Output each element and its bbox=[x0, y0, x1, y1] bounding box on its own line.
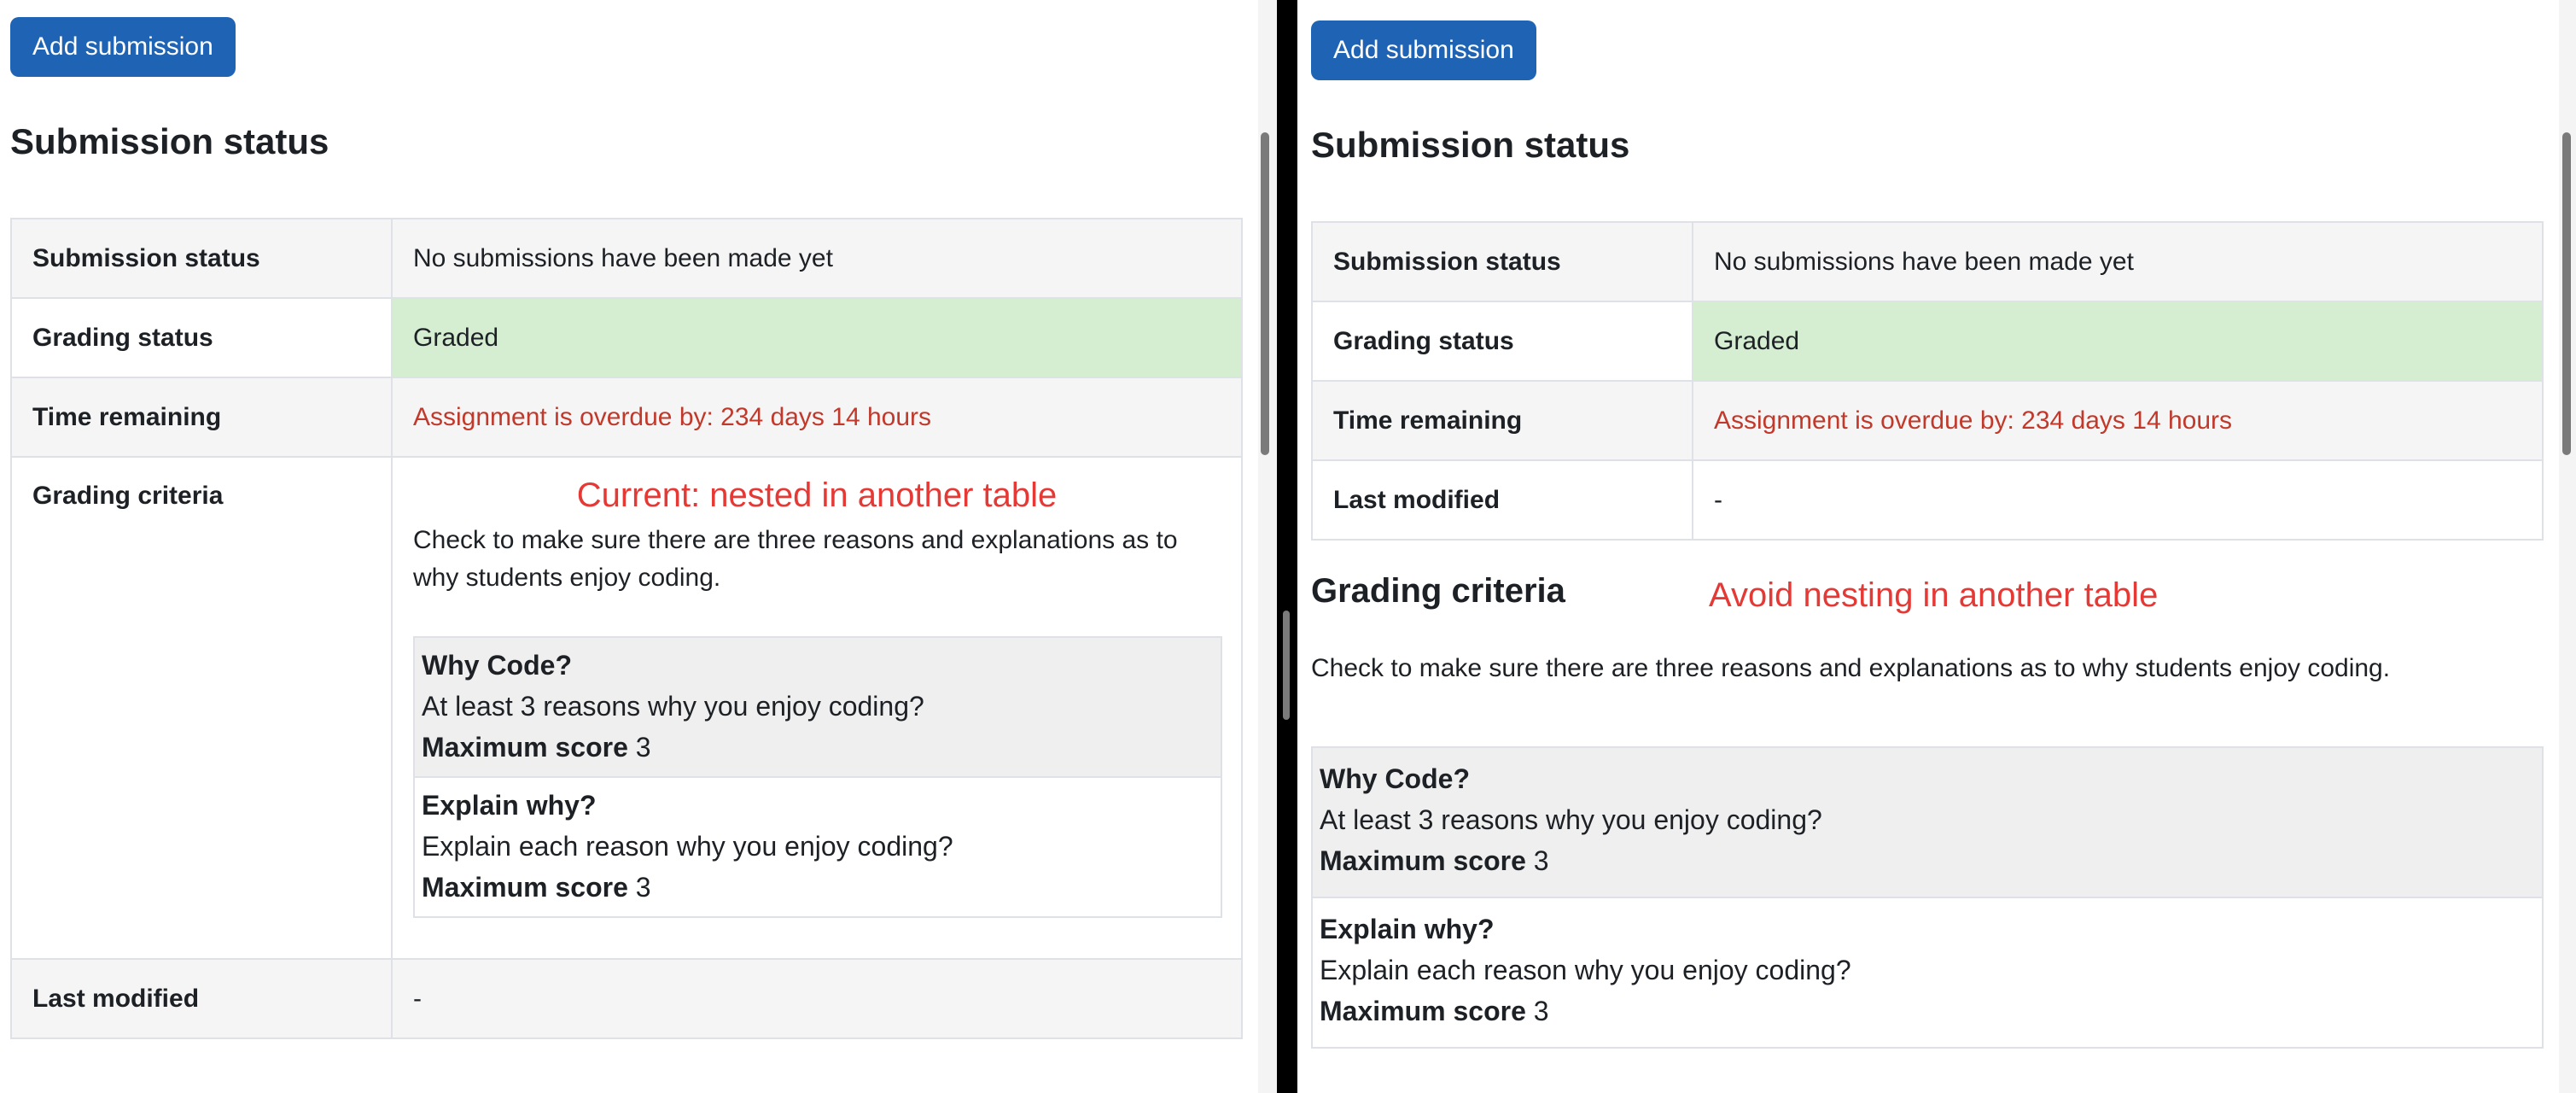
right-scrollbar-thumb[interactable] bbox=[2562, 132, 2571, 455]
criterion-max-score: Maximum score 3 bbox=[1320, 991, 2535, 1032]
criterion-text: At least 3 reasons why you enjoy coding? bbox=[1320, 804, 1822, 835]
table-row: Grading status Graded bbox=[10, 297, 1243, 378]
table-row: Submission status No submissions have be… bbox=[10, 218, 1243, 299]
time-remaining-label: Time remaining bbox=[10, 377, 393, 458]
right-pane: Add submission Submission status Submiss… bbox=[1297, 0, 2559, 1093]
last-modified-label: Last modified bbox=[10, 958, 393, 1039]
left-pane: Add submission Submission status Submiss… bbox=[0, 0, 1258, 1093]
submission-status-heading: Submission status bbox=[1311, 125, 1630, 165]
annotation-avoid-nesting: Avoid nesting in another table bbox=[1709, 576, 2159, 614]
criteria-rubric: Why Code? At least 3 reasons why you enj… bbox=[1311, 746, 2544, 1049]
grading-status-label: Grading status bbox=[10, 297, 393, 378]
table-row: Submission status No submissions have be… bbox=[1311, 221, 2544, 302]
table-row: Time remaining Assignment is overdue by:… bbox=[10, 377, 1243, 458]
last-modified-label: Last modified bbox=[1311, 459, 1693, 541]
add-submission-button[interactable]: Add submission bbox=[10, 17, 236, 77]
criterion: Why Code? At least 3 reasons why you enj… bbox=[1313, 748, 2542, 897]
submission-status-table: Submission status No submissions have be… bbox=[10, 218, 1243, 1039]
criterion-title: Why Code? bbox=[422, 650, 572, 681]
table-row: Grading status Graded bbox=[1311, 301, 2544, 382]
left-scrollbar-thumb[interactable] bbox=[1261, 132, 1269, 455]
criterion-text: Explain each reason why you enjoy coding… bbox=[1320, 955, 1851, 985]
max-score-label: Maximum score bbox=[1320, 845, 1526, 876]
criterion-text: At least 3 reasons why you enjoy coding? bbox=[422, 691, 924, 722]
grading-status-value: Graded bbox=[391, 297, 1243, 378]
time-remaining-value: Assignment is overdue by: 234 days 14 ho… bbox=[391, 377, 1243, 458]
last-modified-value: - bbox=[391, 958, 1243, 1039]
criterion-max-score: Maximum score 3 bbox=[1320, 840, 2535, 881]
table-row: Time remaining Assignment is overdue by:… bbox=[1311, 380, 2544, 461]
time-remaining-value: Assignment is overdue by: 234 days 14 ho… bbox=[1692, 380, 2544, 461]
max-score-label: Maximum score bbox=[1320, 996, 1526, 1026]
max-score-value: 3 bbox=[635, 872, 651, 903]
submission-status-value: No submissions have been made yet bbox=[1692, 221, 2544, 302]
grading-criteria-label: Grading criteria bbox=[10, 456, 393, 960]
annotation-nested: Current: nested in another table bbox=[576, 476, 1058, 514]
add-submission-button[interactable]: Add submission bbox=[1311, 20, 1536, 80]
criteria-description: Check to make sure there are three reaso… bbox=[413, 526, 1178, 592]
criterion: Why Code? At least 3 reasons why you enj… bbox=[415, 638, 1221, 776]
criterion-text: Explain each reason why you enjoy coding… bbox=[422, 831, 953, 862]
max-score-label: Maximum score bbox=[422, 732, 628, 763]
max-score-value: 3 bbox=[1533, 845, 1549, 876]
submission-status-label: Submission status bbox=[10, 218, 393, 299]
submission-status-value: No submissions have been made yet bbox=[391, 218, 1243, 299]
table-row: Last modified - bbox=[10, 958, 1243, 1039]
criterion-title: Explain why? bbox=[1320, 914, 1495, 944]
time-remaining-label: Time remaining bbox=[1311, 380, 1693, 461]
max-score-label: Maximum score bbox=[422, 872, 628, 903]
grading-status-value: Graded bbox=[1692, 301, 2544, 382]
criterion-title: Explain why? bbox=[422, 790, 597, 821]
split-handle[interactable] bbox=[1283, 611, 1290, 720]
grading-status-label: Grading status bbox=[1311, 301, 1693, 382]
submission-status-label: Submission status bbox=[1311, 221, 1693, 302]
criterion: Explain why? Explain each reason why you… bbox=[1313, 897, 2542, 1047]
criteria-rubric-nested: Why Code? At least 3 reasons why you enj… bbox=[413, 636, 1222, 918]
criterion-title: Why Code? bbox=[1320, 763, 1470, 794]
grading-criteria-heading: Grading criteria bbox=[1311, 572, 1565, 610]
submission-status-table: Submission status No submissions have be… bbox=[1311, 221, 2544, 541]
criterion: Explain why? Explain each reason why you… bbox=[415, 776, 1221, 916]
criterion-max-score: Maximum score 3 bbox=[422, 727, 1214, 768]
last-modified-value: - bbox=[1692, 459, 2544, 541]
max-score-value: 3 bbox=[635, 732, 651, 763]
grading-criteria-cell: Current: nested in another table Check t… bbox=[391, 456, 1243, 960]
max-score-value: 3 bbox=[1533, 996, 1549, 1026]
table-row: Grading criteria Current: nested in anot… bbox=[10, 456, 1243, 960]
criteria-description: Check to make sure there are three reaso… bbox=[1311, 654, 2391, 682]
table-row: Last modified - bbox=[1311, 459, 2544, 541]
criterion-max-score: Maximum score 3 bbox=[422, 867, 1214, 908]
split-divider bbox=[1277, 0, 1297, 1093]
submission-status-heading: Submission status bbox=[10, 121, 329, 161]
